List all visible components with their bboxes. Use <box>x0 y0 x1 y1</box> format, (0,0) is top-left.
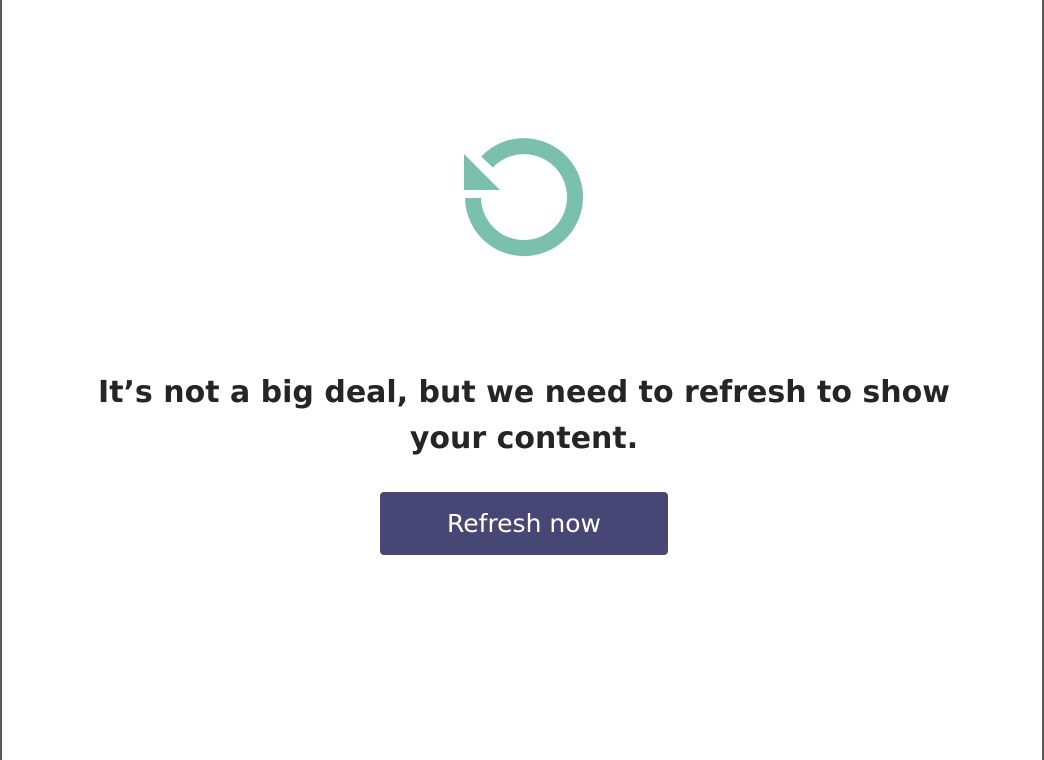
refresh-now-button[interactable]: Refresh now <box>380 492 668 555</box>
refresh-message: It’s not a big deal, but we need to refr… <box>98 375 950 456</box>
refresh-arrow-icon <box>460 138 586 262</box>
refresh-dialog: It’s not a big deal, but we need to refr… <box>0 0 1044 760</box>
